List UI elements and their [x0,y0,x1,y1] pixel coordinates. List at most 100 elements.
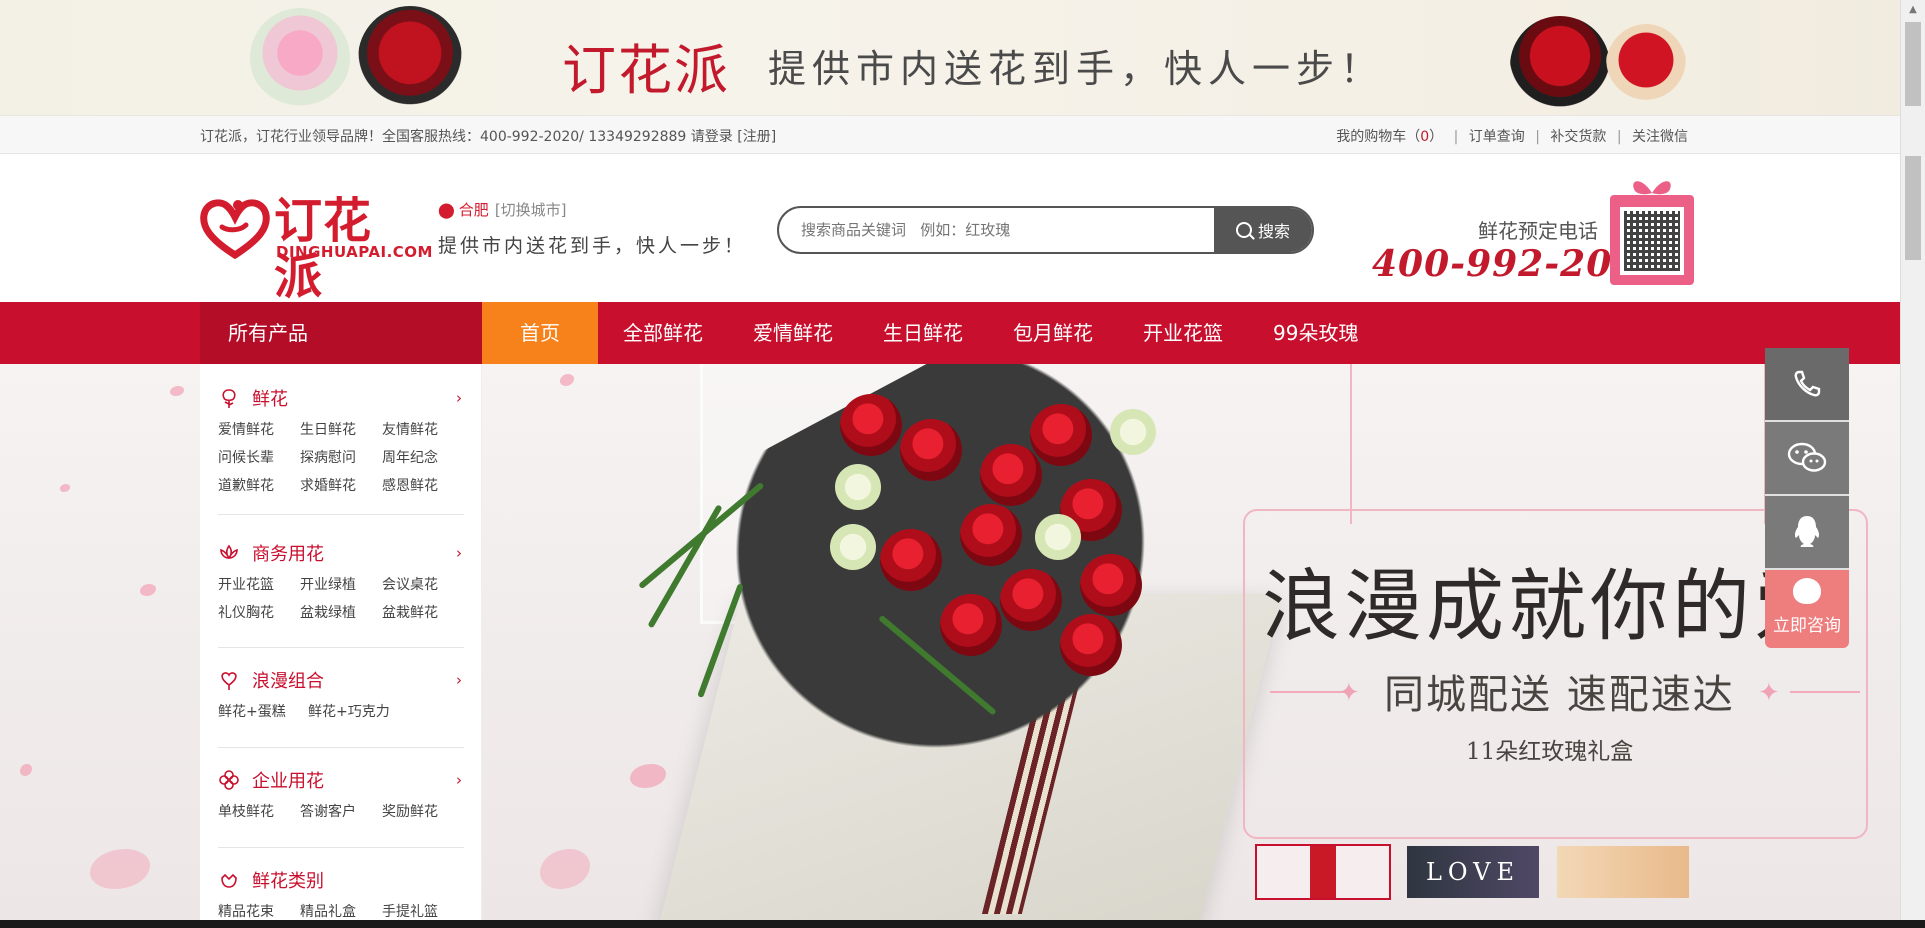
rose-image [940,594,1002,656]
all-products-menu[interactable]: 所有产品 [200,302,482,364]
category-link[interactable]: 生日鲜花 [300,418,382,442]
cart-count: 0 [1420,129,1430,145]
switch-city-link[interactable]: [切换城市] [495,201,567,219]
banner-thumbnails: LOVE [1255,844,1691,900]
wechat-button[interactable] [1765,422,1849,496]
rose-image [1000,569,1062,631]
lisianthus-image [1035,514,1081,560]
category-link[interactable]: 开业花篮 [218,573,300,597]
register-link[interactable]: [注册] [737,129,776,145]
site-logo[interactable]: 订花派 DINGHUAPAI.COM [200,193,432,305]
category-link[interactable]: 道歉鲜花 [218,474,300,498]
star-icon: ✦ [1338,678,1360,708]
cart-label: 我的购物车（ [1336,129,1421,145]
user-links: 我的购物车（0） | 订单查询 | 补交货款 | 关注微信 [1336,126,1688,146]
category-link[interactable]: 鲜花+蛋糕 [218,700,308,724]
qq-icon [1794,516,1820,547]
category-header[interactable]: 鲜花类别 [218,866,464,894]
search-button-label: 搜索 [1257,222,1290,241]
lisianthus-image [830,524,876,570]
category-link[interactable]: 探病慰问 [300,446,382,470]
category-link[interactable]: 会议桌花 [382,573,464,597]
top-banner[interactable]: 订花派 提供市内送花到手，快人一步！ [0,0,1900,116]
scroll-up-arrow-icon[interactable]: ▲ [1901,0,1925,20]
petal-decoration [20,764,32,776]
gift-bow-icon [1633,181,1671,195]
search-button[interactable]: 搜索 [1214,208,1312,252]
banner-thumb-2[interactable]: LOVE [1405,844,1541,900]
category-header[interactable]: 企业用花 › [218,766,464,794]
category-flower-types: 鲜花类别 精品花束 精品礼盒 手提礼篮 [218,866,464,924]
nav-item-monthly-flowers[interactable]: 包月鲜花 [988,302,1118,364]
category-link[interactable]: 单枝鲜花 [218,800,300,824]
rose-icon [222,389,236,408]
petal-decoration [630,764,666,788]
main-nav: 所有产品 首页 全部鲜花 爱情鲜花 生日鲜花 包月鲜花 开业花篮 99朵玫瑰 [0,302,1900,364]
wechat-follow-link[interactable]: 关注微信 [1632,129,1688,145]
category-link[interactable]: 问候长辈 [218,446,300,470]
nav-item-opening-baskets[interactable]: 开业花篮 [1118,302,1248,364]
petal-decoration [90,849,150,889]
hotline-label: 鲜花预定电话 [1478,219,1598,243]
divider [218,514,464,515]
rose-image [900,419,962,481]
category-link[interactable]: 礼仪胸花 [218,601,300,625]
nav-item-home[interactable]: 首页 [482,302,598,364]
petal-decoration [540,849,590,889]
nav-item-99-roses[interactable]: 99朵玫瑰 [1248,302,1383,364]
order-query-link[interactable]: 订单查询 [1469,129,1525,145]
chevron-right-icon: › [456,544,462,562]
category-header[interactable]: 浪漫组合 › [218,666,464,694]
red-bouquet-image [1510,16,1610,115]
rose-image [840,394,902,456]
payment-link[interactable]: 补交货款 [1550,129,1606,145]
nav-item-all-flowers[interactable]: 全部鲜花 [598,302,728,364]
scrollbar-thumb[interactable] [1905,22,1921,106]
banner-thumb-1[interactable] [1255,844,1391,900]
category-link[interactable]: 盆栽鲜花 [382,601,464,625]
category-link[interactable]: 奖励鲜花 [382,800,464,824]
banner-slogan: 提供市内送花到手，快人一步！ [768,47,1385,91]
banner-thumb-3[interactable] [1555,844,1691,900]
tulip-icon [221,873,237,888]
rose-image [1030,404,1092,466]
category-link[interactable]: 鲜花+巧克力 [308,700,418,724]
phone-button[interactable] [1765,348,1849,422]
chevron-right-icon: › [456,771,462,789]
rose-image [1080,554,1142,616]
city-selector[interactable]: ⬤ 合肥 [切换城市] [438,199,567,220]
cart-link[interactable]: 我的购物车（0） [1336,129,1443,145]
category-link[interactable]: 周年纪念 [382,446,464,470]
category-link[interactable]: 开业绿植 [300,573,382,597]
category-header[interactable]: 商务用花 › [218,539,464,567]
nav-item-love-flowers[interactable]: 爱情鲜花 [728,302,858,364]
divider [218,747,464,748]
location-pin-icon: ⬤ [438,201,455,219]
chevron-right-icon: › [456,671,462,689]
login-link[interactable]: 请登录 [691,129,733,145]
thumb-text: LOVE [1407,846,1539,898]
nav-item-birthday-flowers[interactable]: 生日鲜花 [858,302,988,364]
category-links: 开业花篮 开业绿植 会议桌花 礼仪胸花 盆栽绿植 盆栽鲜花 [218,573,464,625]
category-links: 鲜花+蛋糕 鲜花+巧克力 [218,700,464,724]
category-title: 鲜花类别 [252,871,324,892]
category-link[interactable]: 友情鲜花 [382,418,464,442]
scrollbar-thumb[interactable] [1905,156,1921,260]
lisianthus-image [1110,409,1156,455]
rose-image [980,444,1042,506]
category-title: 企业用花 [252,771,324,792]
category-link[interactable]: 盆栽绿植 [300,601,382,625]
category-link[interactable]: 爱情鲜花 [218,418,300,442]
category-link[interactable]: 求婚鲜花 [300,474,382,498]
consult-button[interactable]: 立即咨询 [1765,570,1849,648]
category-menu: 鲜花 › 爱情鲜花 生日鲜花 友情鲜花 问候长辈 探病慰问 周年纪念 道歉鲜花 … [200,364,482,928]
category-link[interactable]: 感恩鲜花 [382,474,464,498]
qq-button[interactable] [1765,496,1849,570]
scrollbar[interactable]: ▲ [1900,0,1925,928]
category-link[interactable]: 答谢客户 [300,800,382,824]
category-header[interactable]: 鲜花 › [218,384,464,412]
rose-image [960,504,1022,566]
city-name: 合肥 [458,201,489,219]
search-input[interactable] [779,208,1214,252]
divider: | [1616,129,1622,145]
